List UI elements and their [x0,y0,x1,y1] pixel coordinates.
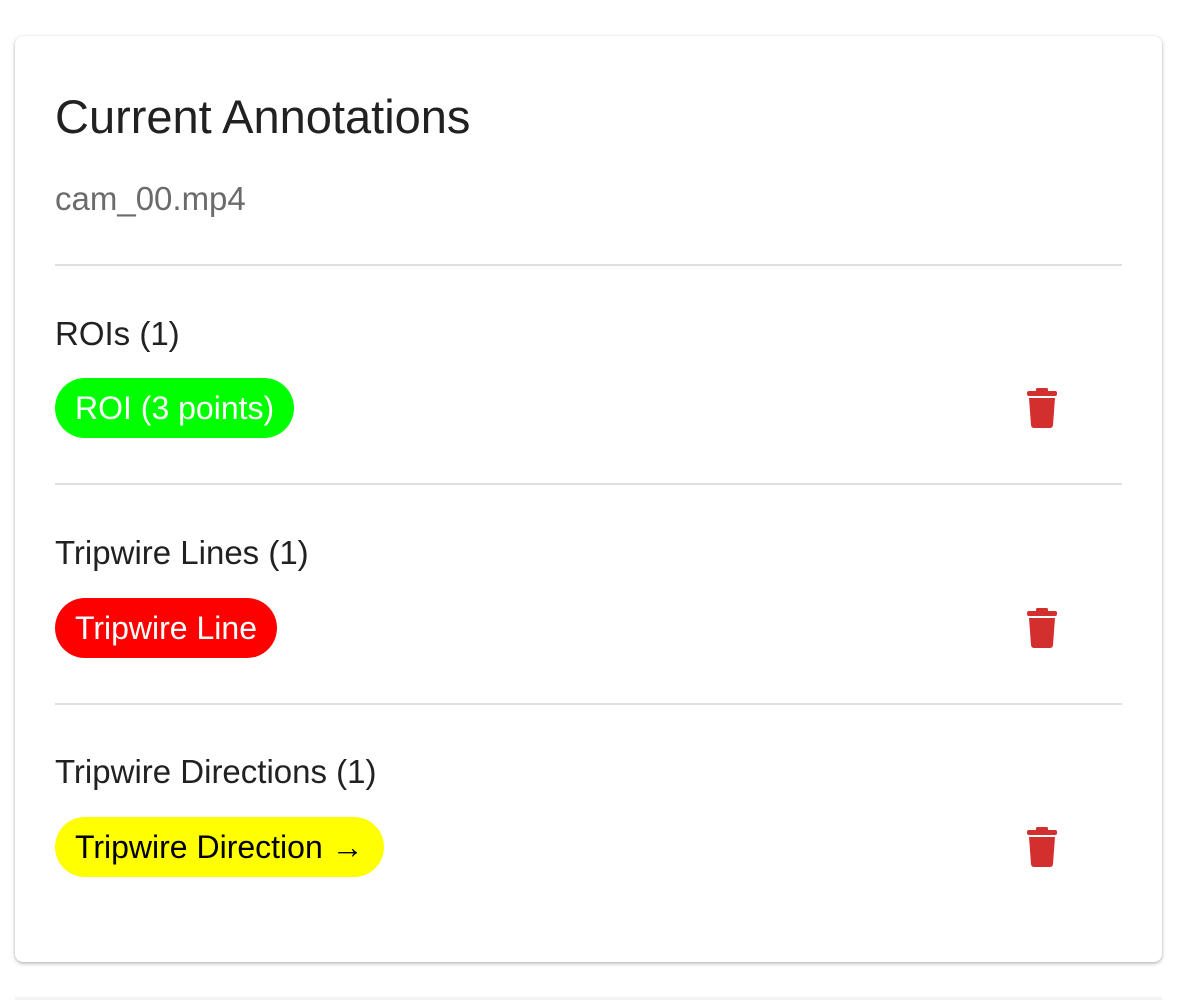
divider [55,483,1122,485]
card-title: Current Annotations [55,90,471,143]
trash-icon [1027,827,1057,867]
divider [55,264,1122,266]
divider [55,703,1122,705]
delete-tripwire-line-button[interactable] [1015,601,1069,655]
tripwire-line-chip[interactable]: Tripwire Line [55,598,277,658]
annotations-card: Current Annotations cam_00.mp4 ROIs (1) … [15,36,1162,962]
section-heading-tripwire-lines: Tripwire Lines (1) [55,534,309,571]
roi-chip-label: ROI (3 points) [75,390,275,426]
tripwire-direction-chip-label: Tripwire Direction → [75,829,364,865]
roi-chip[interactable]: ROI (3 points) [55,378,295,438]
delete-tripwire-direction-button[interactable] [1015,820,1069,874]
video-filename: cam_00.mp4 [55,180,246,217]
section-heading-tripwire-directions: Tripwire Directions (1) [55,753,377,790]
trash-icon [1027,608,1057,648]
section-heading-rois: ROIs (1) [55,315,180,352]
delete-roi-button[interactable] [1015,381,1069,435]
tripwire-line-chip-label: Tripwire Line [75,610,257,646]
trash-icon [1027,388,1057,428]
tripwire-direction-chip[interactable]: Tripwire Direction → [55,817,384,877]
